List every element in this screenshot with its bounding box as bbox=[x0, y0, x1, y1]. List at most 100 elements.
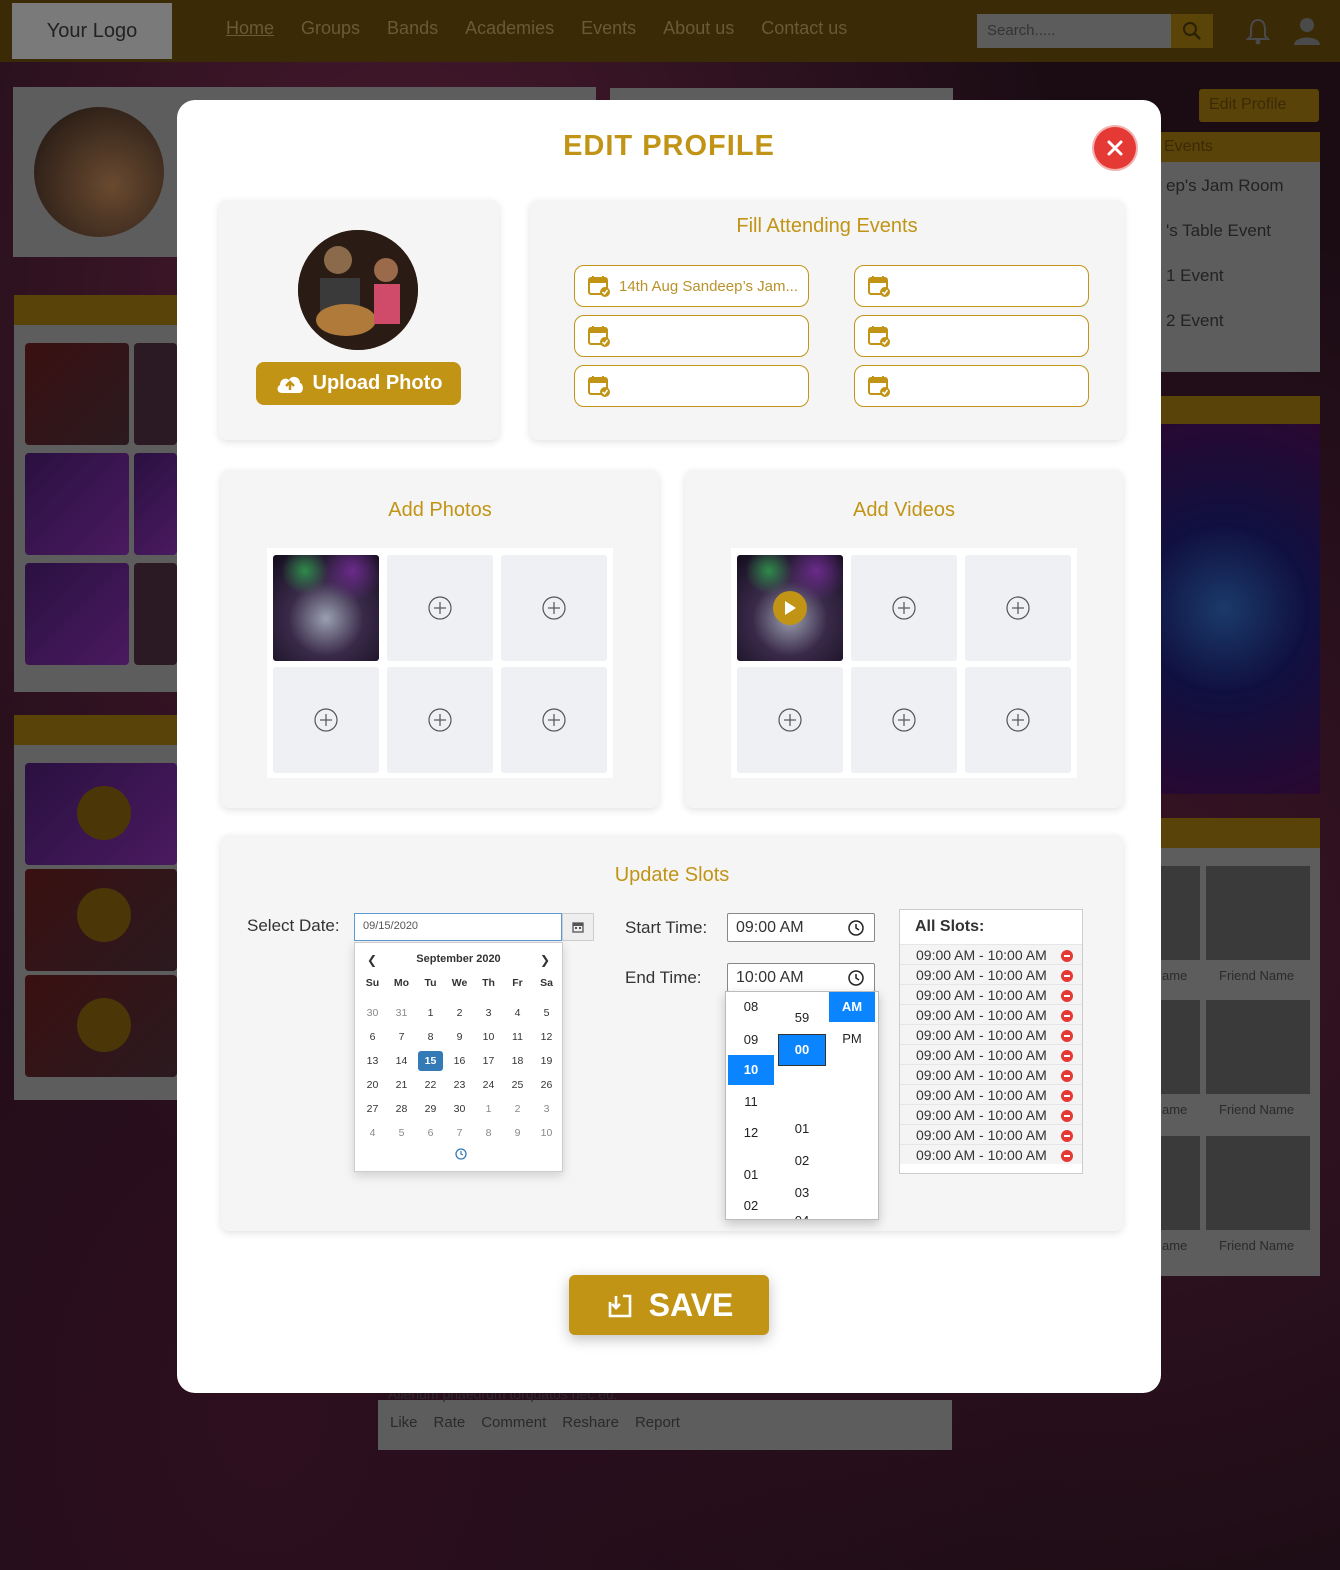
calendar-day[interactable]: 29 bbox=[416, 1097, 445, 1121]
add-video-slot[interactable] bbox=[851, 555, 957, 661]
site-logo[interactable]: Your Logo bbox=[12, 3, 172, 59]
clock-toggle-icon[interactable] bbox=[455, 1148, 467, 1160]
add-video-slot[interactable] bbox=[851, 667, 957, 773]
calendar-day[interactable]: 14 bbox=[387, 1049, 416, 1073]
calendar-day[interactable]: 2 bbox=[445, 1001, 474, 1025]
hour-option[interactable]: 11 bbox=[728, 1087, 774, 1117]
calendar-day[interactable]: 20 bbox=[358, 1073, 387, 1097]
calendar-day[interactable]: 30 bbox=[445, 1097, 474, 1121]
calendar-day[interactable]: 4 bbox=[358, 1121, 387, 1145]
photo-thumbnail[interactable] bbox=[273, 555, 379, 661]
nav-academies[interactable]: Academies bbox=[465, 18, 554, 39]
calendar-day[interactable]: 1 bbox=[416, 1001, 445, 1025]
calendar-day[interactable]: 25 bbox=[503, 1073, 532, 1097]
remove-slot-icon[interactable] bbox=[1061, 1070, 1073, 1082]
calendar-day[interactable]: 24 bbox=[474, 1073, 503, 1097]
hour-option-selected[interactable]: 10 bbox=[728, 1055, 774, 1085]
pm-option[interactable]: PM bbox=[829, 1024, 875, 1054]
calendar-day[interactable]: 5 bbox=[532, 1001, 561, 1025]
calendar-day[interactable]: 9 bbox=[445, 1025, 474, 1049]
next-month-button[interactable]: ❯ bbox=[540, 953, 550, 967]
hour-option[interactable]: 01 bbox=[728, 1160, 774, 1190]
calendar-day[interactable]: 7 bbox=[445, 1121, 474, 1145]
am-option[interactable]: AM bbox=[829, 992, 875, 1022]
calendar-day[interactable]: 3 bbox=[474, 1001, 503, 1025]
remove-slot-icon[interactable] bbox=[1061, 1130, 1073, 1142]
calendar-day[interactable]: 13 bbox=[358, 1049, 387, 1073]
add-photo-slot[interactable] bbox=[387, 555, 493, 661]
hour-option[interactable]: 09 bbox=[728, 1025, 774, 1055]
calendar-day[interactable]: 1 bbox=[474, 1097, 503, 1121]
remove-slot-icon[interactable] bbox=[1061, 1090, 1073, 1102]
calendar-day[interactable]: 7 bbox=[387, 1025, 416, 1049]
calendar-day[interactable]: 9 bbox=[503, 1121, 532, 1145]
event-field-3[interactable] bbox=[574, 315, 809, 357]
add-video-slot[interactable] bbox=[965, 555, 1071, 661]
event-field-6[interactable] bbox=[854, 365, 1089, 407]
calendar-day[interactable]: 5 bbox=[387, 1121, 416, 1145]
remove-slot-icon[interactable] bbox=[1061, 990, 1073, 1002]
calendar-day[interactable]: 21 bbox=[387, 1073, 416, 1097]
nav-events[interactable]: Events bbox=[581, 18, 636, 39]
upload-photo-button[interactable]: Upload Photo bbox=[256, 362, 461, 405]
add-photo-slot[interactable] bbox=[501, 667, 607, 773]
calendar-day[interactable]: 6 bbox=[358, 1025, 387, 1049]
search-input[interactable]: Search..... bbox=[977, 14, 1171, 48]
calendar-day[interactable]: 6 bbox=[416, 1121, 445, 1145]
add-photo-slot[interactable] bbox=[501, 555, 607, 661]
remove-slot-icon[interactable] bbox=[1061, 950, 1073, 962]
calendar-day[interactable]: 10 bbox=[474, 1025, 503, 1049]
calendar-day[interactable]: 12 bbox=[532, 1025, 561, 1049]
remove-slot-icon[interactable] bbox=[1061, 1050, 1073, 1062]
calendar-day[interactable]: 30 bbox=[358, 1001, 387, 1025]
calendar-day[interactable]: 28 bbox=[387, 1097, 416, 1121]
add-photo-slot[interactable] bbox=[273, 667, 379, 773]
event-field-2[interactable] bbox=[854, 265, 1089, 307]
start-time-input[interactable]: 09:00 AM bbox=[727, 913, 875, 942]
remove-slot-icon[interactable] bbox=[1061, 970, 1073, 982]
event-field-4[interactable] bbox=[854, 315, 1089, 357]
calendar-day[interactable]: 19 bbox=[532, 1049, 561, 1073]
play-icon[interactable] bbox=[773, 591, 807, 625]
calendar-day[interactable]: 4 bbox=[503, 1001, 532, 1025]
event-field-1[interactable]: 14th Aug Sandeep’s Jam... bbox=[574, 265, 809, 307]
hour-option[interactable]: 12 bbox=[728, 1118, 774, 1148]
calendar-day[interactable]: 18 bbox=[503, 1049, 532, 1073]
calendar-day[interactable]: 16 bbox=[445, 1049, 474, 1073]
calendar-day[interactable]: 8 bbox=[474, 1121, 503, 1145]
calendar-day[interactable]: 31 bbox=[387, 1001, 416, 1025]
calendar-button[interactable] bbox=[562, 913, 594, 941]
save-button[interactable]: SAVE bbox=[569, 1275, 769, 1335]
hour-option[interactable]: 08 bbox=[728, 992, 774, 1022]
datepicker-month[interactable]: September 2020 bbox=[355, 953, 562, 965]
calendar-day[interactable]: 27 bbox=[358, 1097, 387, 1121]
calendar-day[interactable]: 2 bbox=[503, 1097, 532, 1121]
calendar-day-selected[interactable]: 15 bbox=[418, 1051, 443, 1071]
nav-contact[interactable]: Contact us bbox=[761, 18, 847, 39]
remove-slot-icon[interactable] bbox=[1061, 1110, 1073, 1122]
minute-option[interactable]: 03 bbox=[779, 1178, 825, 1208]
calendar-day[interactable]: 23 bbox=[445, 1073, 474, 1097]
video-thumbnail[interactable] bbox=[737, 555, 843, 661]
calendar-day[interactable]: 22 bbox=[416, 1073, 445, 1097]
nav-home[interactable]: Home bbox=[226, 18, 274, 39]
remove-slot-icon[interactable] bbox=[1061, 1030, 1073, 1042]
remove-slot-icon[interactable] bbox=[1061, 1150, 1073, 1162]
user-icon[interactable] bbox=[1292, 16, 1322, 46]
add-photo-slot[interactable] bbox=[387, 667, 493, 773]
search-button[interactable] bbox=[1171, 14, 1213, 48]
calendar-day[interactable]: 11 bbox=[503, 1025, 532, 1049]
minute-option[interactable]: 59 bbox=[779, 1003, 825, 1033]
minute-option-selected[interactable]: 00 bbox=[778, 1034, 826, 1066]
add-video-slot[interactable] bbox=[737, 667, 843, 773]
nav-about[interactable]: About us bbox=[663, 18, 734, 39]
close-button[interactable] bbox=[1094, 127, 1136, 169]
remove-slot-icon[interactable] bbox=[1061, 1010, 1073, 1022]
calendar-day[interactable]: 26 bbox=[532, 1073, 561, 1097]
calendar-day[interactable]: 8 bbox=[416, 1025, 445, 1049]
calendar-day[interactable]: 10 bbox=[532, 1121, 561, 1145]
date-input[interactable]: 09/15/2020 bbox=[354, 913, 562, 941]
event-field-5[interactable] bbox=[574, 365, 809, 407]
calendar-day[interactable]: 17 bbox=[474, 1049, 503, 1073]
hour-option[interactable]: 02 bbox=[728, 1191, 774, 1219]
